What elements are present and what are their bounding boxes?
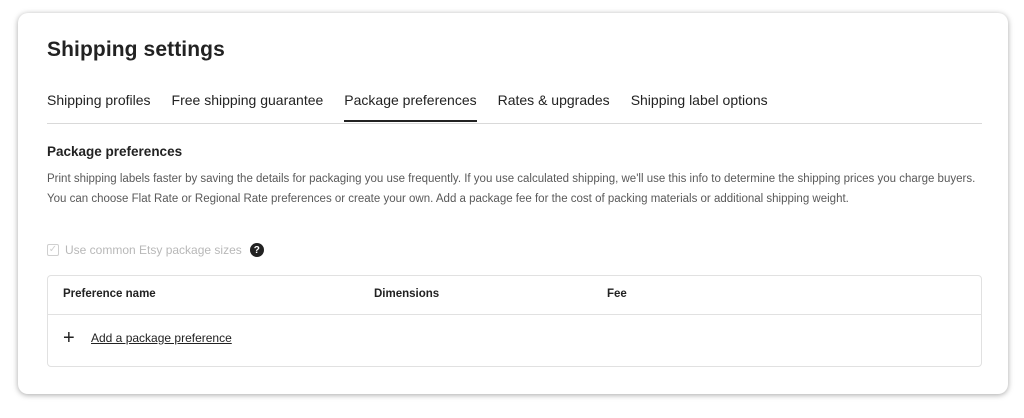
package-preferences-table: Preference name Dimensions Fee + Add a p… — [47, 275, 982, 367]
add-package-preference-button[interactable]: + Add a package preference — [63, 327, 232, 349]
add-package-preference-link[interactable]: Add a package preference — [91, 331, 232, 345]
question-circle-icon[interactable]: ? — [249, 243, 264, 257]
page-title: Shipping settings — [47, 38, 225, 61]
tab-shipping-label-options[interactable]: Shipping label options — [631, 87, 768, 122]
common-sizes-label: Use common Etsy package sizes — [65, 243, 242, 257]
common-sizes-checkbox[interactable]: ✓ — [47, 244, 59, 256]
column-header-fee: Fee — [607, 288, 627, 300]
section-description: Print shipping labels faster by saving t… — [47, 173, 976, 205]
tab-rates-upgrades[interactable]: Rates & upgrades — [498, 87, 610, 122]
plus-icon: + — [63, 327, 75, 349]
tab-package-preferences[interactable]: Package preferences — [344, 87, 477, 122]
tab-shipping-profiles[interactable]: Shipping profiles — [47, 87, 151, 122]
column-header-dimensions: Dimensions — [374, 288, 440, 300]
shipping-settings-card: Shipping settings Shipping profiles Free… — [18, 13, 1008, 394]
common-sizes-row: ✓ Use common Etsy package sizes ? — [47, 242, 264, 258]
table-header: Preference name Dimensions Fee — [48, 276, 981, 315]
column-header-preference-name: Preference name — [63, 288, 156, 300]
tab-bar: Shipping profiles Free shipping guarante… — [47, 87, 982, 124]
section-title: Package preferences — [47, 144, 183, 159]
tab-free-shipping-guarantee[interactable]: Free shipping guarantee — [172, 87, 324, 122]
